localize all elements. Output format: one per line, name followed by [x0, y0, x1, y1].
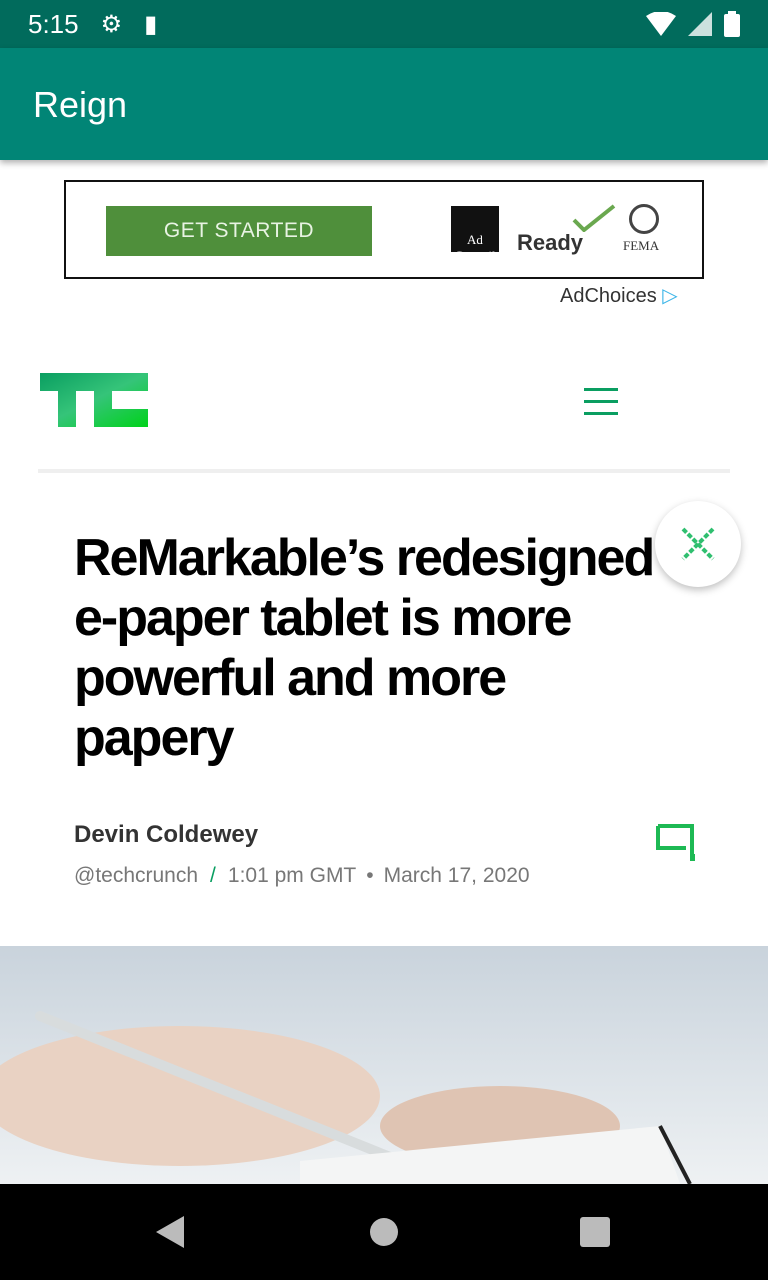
author-handle[interactable]: @techcrunch	[74, 864, 198, 887]
clock: 5:15	[28, 8, 79, 39]
app-bar: Reign	[0, 48, 768, 160]
signal-icon	[688, 12, 712, 36]
ready-logo: Ready	[517, 230, 584, 255]
adchoices-link[interactable]: AdChoices ▷	[560, 283, 678, 308]
battery-icon	[724, 11, 740, 37]
sd-card-icon: ▮	[144, 10, 158, 38]
bullet: •	[366, 864, 374, 887]
article-hero-image	[0, 946, 768, 1184]
article-author[interactable]: Devin Coldewey	[74, 821, 258, 849]
ad-council-logo: Ad Council	[451, 206, 499, 263]
recents-icon[interactable]	[580, 1217, 610, 1247]
fema-seal-icon	[629, 204, 659, 234]
adchoices-icon: ▷	[662, 285, 678, 307]
back-icon[interactable]	[156, 1216, 186, 1248]
separator: /	[210, 864, 216, 887]
fema-logo: FEMA	[623, 238, 660, 253]
article-title: ReMarkable’s redesigned e-paper tablet i…	[74, 529, 655, 767]
app-title: Reign	[33, 84, 128, 125]
hand-with-stylus-image	[0, 1011, 692, 1184]
publish-time: 1:01 pm GMT	[227, 864, 357, 887]
close-icon	[681, 527, 715, 561]
status-bar: 5:15 ⚙ ▮	[0, 0, 768, 48]
hamburger-menu-icon[interactable]	[584, 388, 618, 424]
gear-icon: ⚙	[100, 10, 123, 38]
comment-icon[interactable]	[656, 824, 696, 862]
article-meta: @techcrunch / 1:01 pm GMT • March 17, 2020	[74, 864, 530, 888]
divider	[38, 469, 730, 473]
get-started-button[interactable]: GET STARTED	[106, 206, 372, 256]
ad-banner[interactable]: GET STARTED Ad Council Ready FEMA	[64, 180, 704, 279]
checkmark-icon	[572, 204, 616, 232]
home-icon[interactable]	[370, 1218, 398, 1246]
techcrunch-logo[interactable]	[40, 373, 148, 427]
navigation-bar	[0, 1184, 768, 1280]
adchoices-label: AdChoices	[560, 285, 657, 307]
wifi-icon	[646, 12, 676, 36]
publish-date: March 17, 2020	[383, 864, 530, 887]
